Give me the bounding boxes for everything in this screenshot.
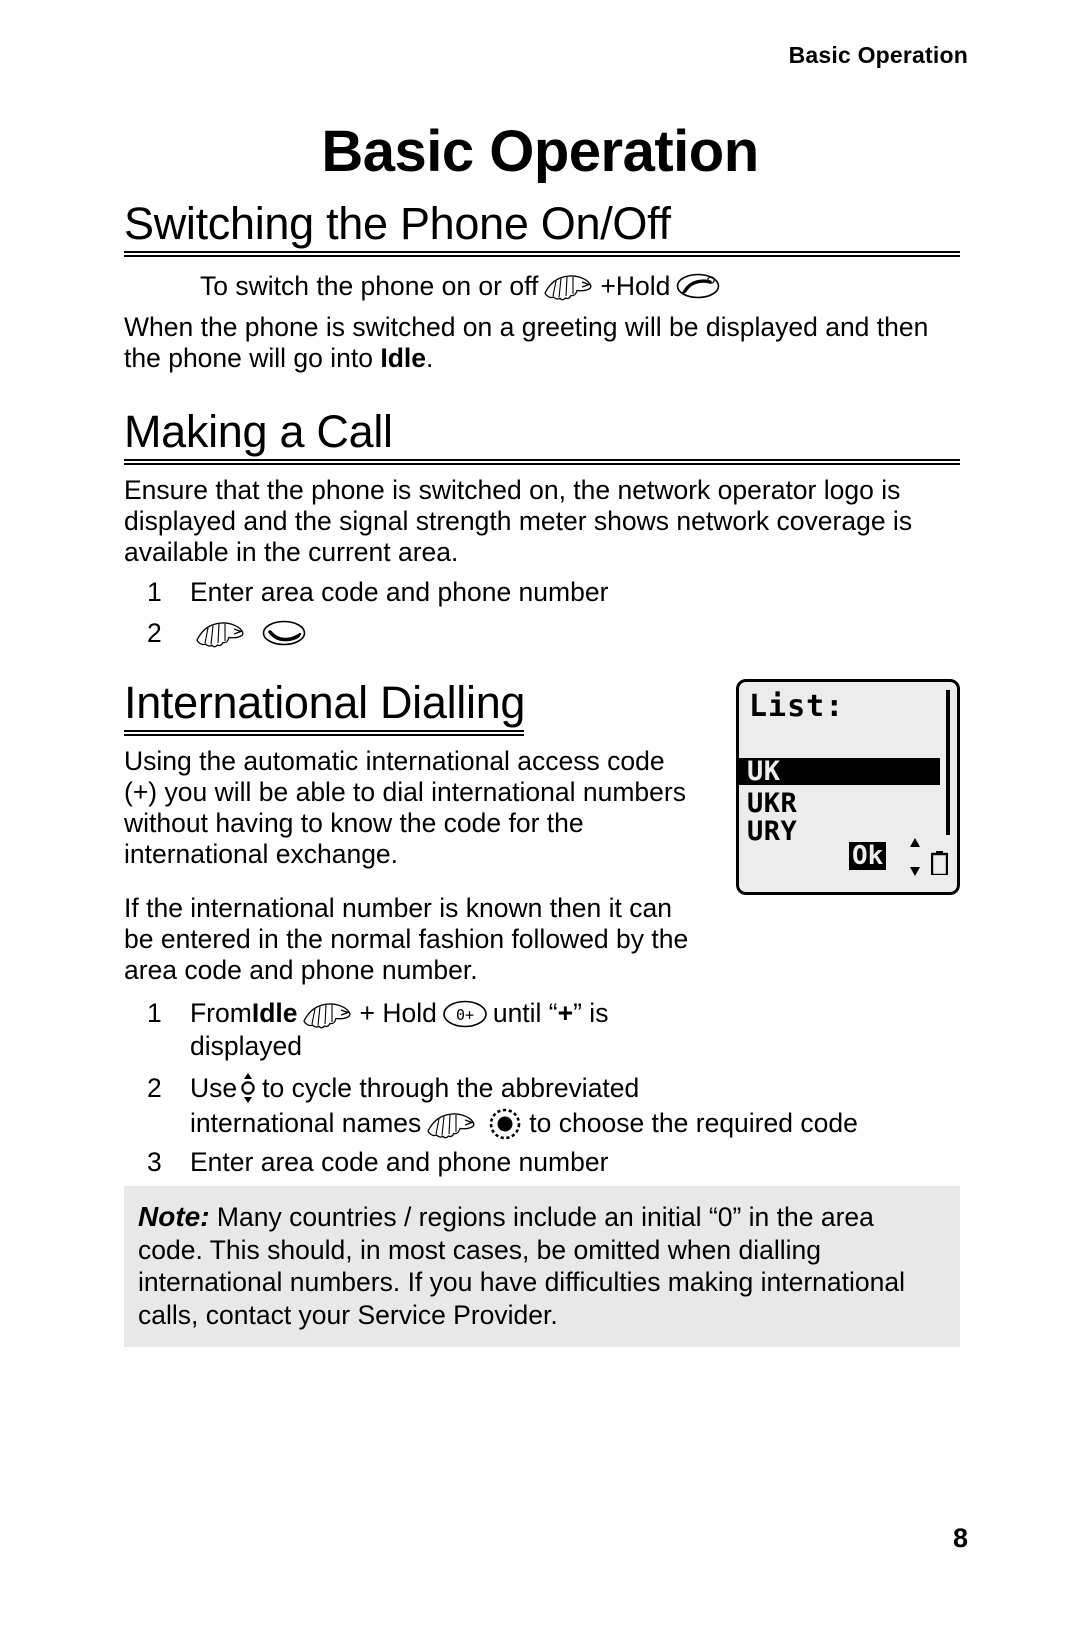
making-call-steps: 1 Enter area code and phone number 2	[124, 577, 960, 649]
page-number: 8	[952, 1523, 968, 1553]
note-callout: Note: Many countries / regions include a…	[124, 1186, 960, 1348]
switching-text-pre: When the phone is switched on a greeting…	[124, 311, 929, 373]
battery-icon	[930, 851, 949, 877]
step-number: 2	[147, 618, 162, 649]
section-heading-switching: Switching the Phone On/Off	[124, 198, 671, 249]
page-title: Basic Operation	[321, 119, 759, 184]
step-line-1: Use to cycle through the abbreviated	[190, 1073, 960, 1104]
step-number: 1	[147, 998, 162, 1029]
step-line-1: From Idle + Hold 0+ until “ + ” is	[190, 998, 960, 1029]
international-paragraph-2: If the international number is known the…	[124, 892, 689, 986]
step-text-idle: Idle	[251, 998, 298, 1029]
power-end-key-icon	[676, 273, 720, 299]
instruction-plus-hold-text: +Hold	[600, 270, 671, 301]
heading-rule	[124, 729, 524, 736]
select-key-icon	[489, 1108, 521, 1140]
step-content: Use to cycle through the abbreviated int…	[190, 1073, 960, 1140]
note-text: Many countries / regions include an init…	[138, 1202, 905, 1330]
list-item: 1 Enter area code and phone number	[124, 577, 960, 608]
phone-screen-illustration: List: UK UKR URY Ok	[736, 679, 960, 895]
switching-paragraph: When the phone is switched on a greeting…	[124, 312, 960, 375]
phone-list-item: UKR	[747, 788, 798, 819]
step-text-displayed: displayed	[190, 1031, 302, 1062]
note-label: Note:	[138, 1201, 210, 1232]
list-item: 3 Enter area code and phone number	[124, 1147, 960, 1178]
step-number: 1	[147, 576, 162, 607]
key-zero-plus-icon: 0+	[442, 1000, 488, 1028]
step-text-names: international names	[190, 1108, 422, 1139]
pointing-hand-icon	[425, 1109, 479, 1139]
up-down-arrows-icon	[907, 836, 923, 878]
pointing-hand-icon	[542, 271, 596, 301]
step-text-choose: to choose the required code	[529, 1108, 858, 1139]
step-text: Enter area code and phone number	[190, 576, 609, 607]
step-text-from: From	[190, 998, 252, 1029]
switching-text-bold: Idle	[380, 342, 426, 373]
section-switching-phone: Switching the Phone On/Off	[124, 198, 960, 257]
phone-screen-title: List:	[749, 689, 845, 724]
making-call-paragraph: Ensure that the phone is switched on, th…	[124, 474, 913, 568]
list-item: 2 Use to cycle through the abbreviated i…	[124, 1073, 960, 1140]
svg-text:0+: 0+	[456, 1006, 474, 1024]
step-line-2: international names to choose the requir…	[190, 1108, 960, 1140]
phone-list-item: URY	[747, 816, 798, 847]
heading-rule	[124, 458, 960, 465]
document-page: Basic Operation Basic Operation Switchin…	[0, 0, 1080, 1632]
step-text-cycle: to cycle through the abbreviated	[262, 1072, 640, 1103]
scrollbar-icon	[946, 690, 950, 835]
step-line-2: displayed	[190, 1031, 960, 1062]
step-number: 2	[147, 1072, 162, 1103]
send-call-key-icon	[262, 620, 306, 646]
step-text-use: Use	[190, 1072, 238, 1103]
running-header: Basic Operation	[788, 42, 968, 68]
pointing-hand-icon	[194, 618, 248, 648]
step-text: Enter area code and phone number	[190, 1146, 609, 1177]
step-content: From Idle + Hold 0+ until “ + ” is displ…	[190, 998, 960, 1061]
section-heading-making-call: Making a Call	[124, 406, 393, 458]
international-steps: 1 From Idle + Hold 0+ until “ + ” is dis…	[124, 998, 960, 1217]
switch-phone-instruction: To switch the phone on or off +Hold	[124, 271, 960, 302]
pointing-hand-icon	[301, 999, 355, 1029]
phone-list-item-selected: UK	[739, 758, 940, 785]
phone-softkey-ok: Ok	[849, 842, 887, 870]
up-down-scroll-key-icon	[240, 1073, 256, 1104]
list-item: 1 From Idle + Hold 0+ until “ + ” is dis…	[124, 998, 960, 1061]
step-text-until: until “	[492, 998, 558, 1029]
step-text-plus-symbol: +	[557, 998, 574, 1029]
list-item: 2	[124, 618, 960, 649]
heading-rule	[124, 250, 960, 257]
instruction-lead-text: To switch the phone on or off	[200, 270, 539, 301]
section-heading-international: International Dialling	[124, 676, 526, 728]
section-making-call: Making a Call	[124, 408, 960, 465]
step-number: 3	[147, 1146, 162, 1177]
step-text-plus-hold: + Hold	[359, 998, 437, 1029]
step-icons	[190, 618, 960, 648]
international-paragraph-1: Using the automatic international access…	[124, 745, 686, 870]
switching-text-post: .	[426, 342, 434, 373]
step-text-is: ” is	[573, 998, 609, 1029]
